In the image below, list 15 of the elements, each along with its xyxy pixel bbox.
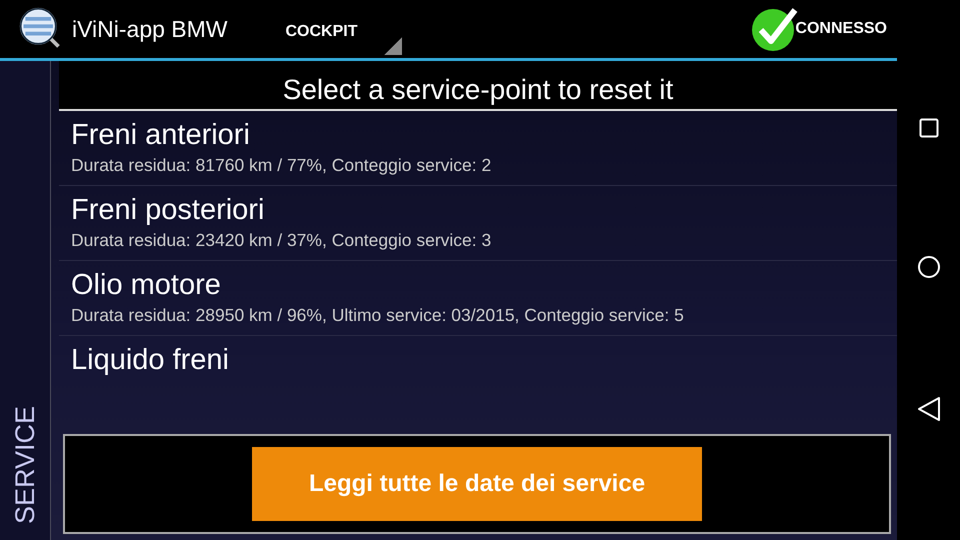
service-name[interactable]: Olio motore <box>71 267 885 303</box>
service-detail: Durata residua: 28950 km / 96%, Ultimo service: 03/2015, Conteggio service: 5 <box>71 304 685 327</box>
recent-apps-icon[interactable] <box>918 118 938 138</box>
side-tab[interactable]: SERVICE <box>0 61 51 540</box>
home-icon[interactable] <box>916 254 940 279</box>
side-tab-label: SERVICE <box>10 406 40 524</box>
app-title: iViNi-app BMW <box>72 16 228 42</box>
back-icon[interactable] <box>916 396 940 422</box>
connection-status: CONNESSO <box>795 20 887 38</box>
service-name[interactable]: Freni anteriori <box>71 117 885 153</box>
service-name[interactable]: Liquido freni <box>71 342 885 378</box>
service-detail: Durata residua: 23420 km / 37%, Conteggio service: 3 <box>71 229 492 252</box>
service-detail: Durata residua: 81760 km / 77%, Conteggio service: 2 <box>71 154 492 177</box>
service-name[interactable]: Freni posteriori <box>71 192 885 228</box>
page-heading: Select a service-point to reset it <box>59 61 897 111</box>
